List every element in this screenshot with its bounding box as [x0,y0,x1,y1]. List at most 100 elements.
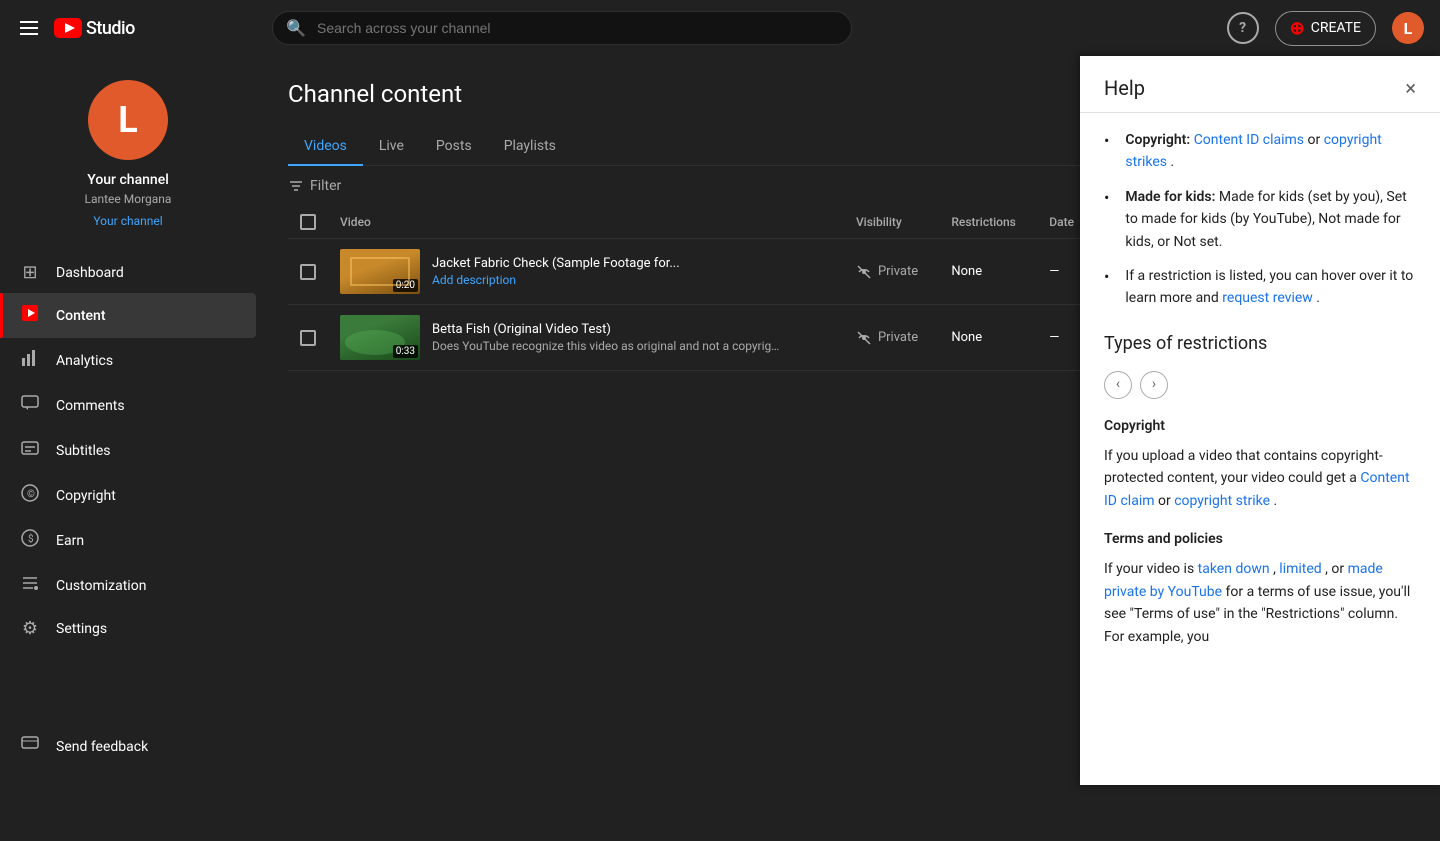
filter-button[interactable]: Filter [288,178,341,194]
topbar-left: Studio [16,17,256,39]
help-prev-button[interactable]: ‹ [1104,371,1132,399]
menu-button[interactable] [16,17,42,39]
request-review-link[interactable]: request review [1222,290,1313,306]
sidebar-item-copyright[interactable]: © Copyright [0,473,256,518]
sidebar-item-comments[interactable]: Comments [0,383,256,428]
sidebar-item-analytics[interactable]: Analytics [0,338,256,383]
copyright-label: Copyright: [1125,132,1193,148]
tab-playlists[interactable]: Playlists [488,128,572,166]
video-cell: 0:20 Jacket Fabric Check (Sample Footage… [340,249,832,294]
copyright-strike-link[interactable]: copyright strike [1174,493,1270,509]
sidebar-item-label: Comments [56,398,125,414]
sidebar-item-customization[interactable]: Customization [0,563,256,608]
help-nav: ‹ › [1104,371,1416,399]
sidebar-item-earn[interactable]: $ Earn [0,518,256,563]
restriction-suffix: . [1316,290,1320,306]
video-thumbnail[interactable]: 0:33 [340,315,420,360]
video-info: Betta Fish (Original Video Test) Does Yo… [432,322,782,353]
sidebar-item-label: Dashboard [56,265,124,281]
copyright-icon: © [20,483,40,508]
eye-slash-icon [856,330,872,346]
video-duration: 0:33 [393,345,418,358]
create-button[interactable]: ⊕ CREATE [1275,11,1376,46]
channel-handle: Lantee Morgana [85,192,172,206]
create-plus-icon: ⊕ [1290,18,1305,39]
help-button[interactable]: ? [1227,12,1259,44]
avatar[interactable]: L [1392,12,1424,44]
help-bullet-copyright: Copyright: Content ID claims or copyrigh… [1104,129,1416,174]
sidebar: L Your channel Lantee Morgana Your chann… [0,56,256,785]
search-icon: 🔍 [286,19,306,38]
col-restrictions: Restrictions [939,206,1037,239]
sidebar-item-label: Subtitles [56,443,111,459]
sidebar-item-label: Settings [56,621,107,637]
comments-icon [20,393,40,418]
terms-comma2: , or [1325,561,1347,577]
restrictions-cell: None [939,305,1037,371]
svg-text:©: © [27,488,35,500]
content-id-claims-link[interactable]: Content ID claims [1194,132,1304,148]
search-bar: 🔍 [272,11,852,45]
select-all-checkbox[interactable] [300,214,316,230]
channel-avatar: L [88,80,168,160]
bullet-period: . [1170,154,1174,170]
send-feedback-button[interactable]: Send feedback [20,724,236,769]
send-feedback-label: Send feedback [56,739,148,755]
terms-body-prefix: If your video is [1104,561,1198,577]
taken-down-link[interactable]: taken down [1198,561,1270,577]
sidebar-item-label: Content [56,308,106,324]
video-description: Add description [432,273,680,287]
terms-body: If your video is taken down , limited , … [1104,558,1416,648]
sidebar-item-content[interactable]: Content [0,293,256,338]
sidebar-item-subtitles[interactable]: Subtitles [0,428,256,473]
content-icon [20,303,40,328]
youtube-icon [54,18,82,38]
sidebar-item-label: Customization [56,578,146,594]
tab-live[interactable]: Live [363,128,420,166]
bullet-content: Copyright: Content ID claims or copyrigh… [1125,129,1416,174]
col-visibility: Visibility [844,206,939,239]
visibility-label: Private [878,330,918,345]
help-next-button[interactable]: › [1140,371,1168,399]
help-title: Help [1104,76,1145,100]
studio-wordmark: Studio [86,18,135,39]
visibility-cell: Private [856,330,927,346]
help-close-button[interactable]: × [1405,76,1416,100]
restrictions-cell: None [939,239,1037,305]
kids-label: Made for kids: [1125,189,1218,205]
video-description: Does YouTube recognize this video as ori… [432,339,782,353]
bullet-or: or [1308,132,1324,148]
search-input[interactable] [272,11,852,45]
feedback-icon [20,734,40,759]
types-of-restrictions-title: Types of restrictions [1104,330,1416,359]
row2-checkbox[interactable] [300,330,316,346]
youtube-studio-logo: Studio [54,18,135,39]
video-cell: 0:33 Betta Fish (Original Video Test) Do… [340,315,832,360]
copyright-body-suffix: . [1274,493,1278,509]
bullet-content: If a restriction is listed, you can hove… [1125,265,1416,310]
video-title[interactable]: Betta Fish (Original Video Test) [432,322,782,337]
sidebar-item-dashboard[interactable]: ⊞ Dashboard [0,252,256,293]
sidebar-item-settings[interactable]: ⚙ Settings [0,608,256,649]
help-panel: Help × Copyright: Content ID claims or c… [1080,56,1440,785]
channel-profile: L Your channel Lantee Morgana Your chann… [0,56,256,244]
copyright-body-prefix: If you upload a video that contains copy… [1104,448,1383,486]
help-body: Copyright: Content ID claims or copyrigh… [1080,113,1440,680]
video-duration: 0:20 [393,279,418,292]
video-thumbnail[interactable]: 0:20 [340,249,420,294]
col-video: Video [328,206,844,239]
tab-posts[interactable]: Posts [420,128,488,166]
earn-icon: $ [20,528,40,553]
copyright-body-mid: or [1158,493,1174,509]
channel-link[interactable]: Your channel [93,214,162,228]
limited-link[interactable]: limited [1279,561,1321,577]
dashboard-icon: ⊞ [20,262,40,283]
create-label: CREATE [1311,20,1361,36]
video-title[interactable]: Jacket Fabric Check (Sample Footage for.… [432,256,680,271]
sidebar-item-label: Copyright [56,488,116,504]
row1-checkbox[interactable] [300,264,316,280]
svg-text:$: $ [28,532,34,545]
terms-section-title: Terms and policies [1104,528,1416,550]
tab-videos[interactable]: Videos [288,128,363,166]
video-info: Jacket Fabric Check (Sample Footage for.… [432,256,680,287]
